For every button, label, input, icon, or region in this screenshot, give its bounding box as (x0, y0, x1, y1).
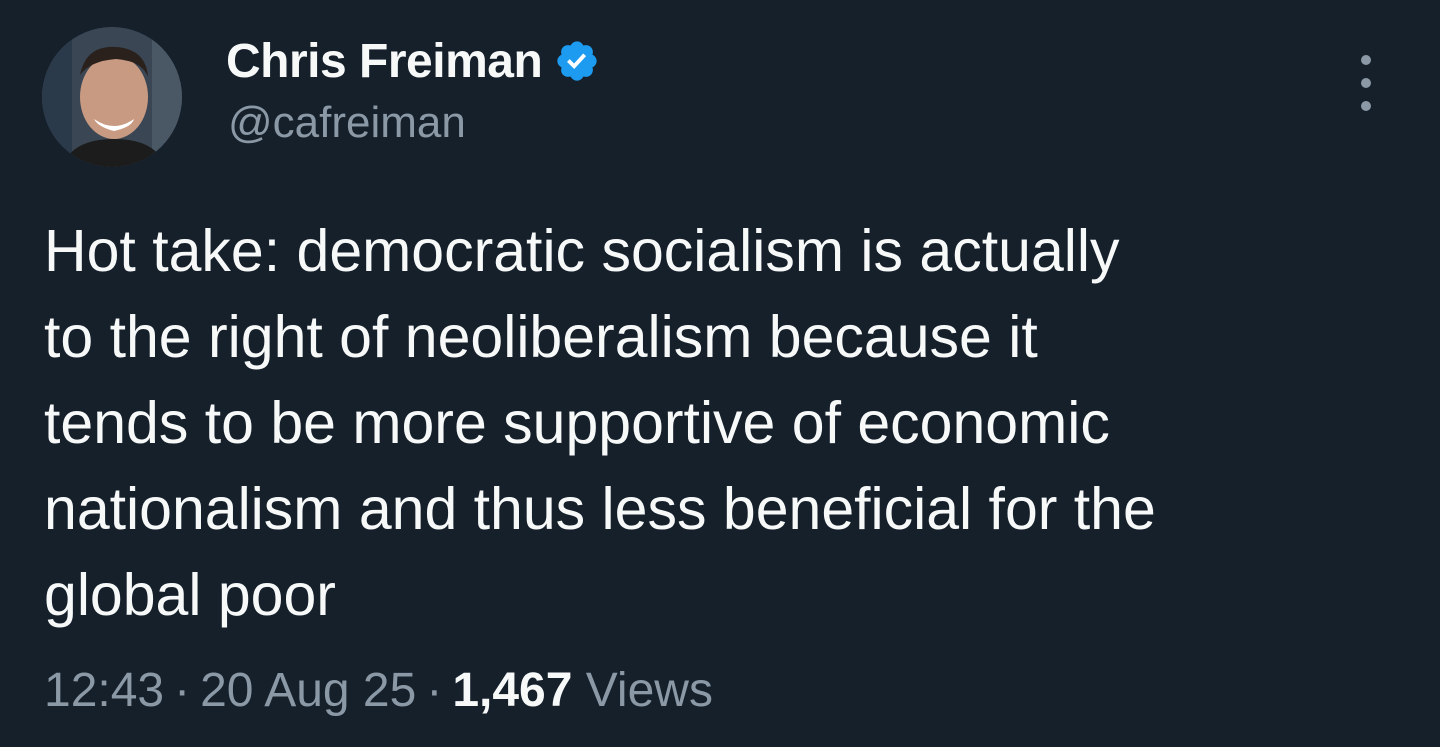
tweet-text: Hot take: democratic socialism is actual… (44, 218, 1156, 628)
more-dot (1361, 55, 1371, 65)
meta-separator: · (426, 664, 443, 717)
author-name-row: Chris Freiman (226, 30, 600, 92)
tweet-time[interactable]: 12:43 (44, 664, 164, 717)
tweet-date[interactable]: 20 Aug 25 (200, 664, 416, 717)
person-avatar-icon (42, 27, 182, 167)
tweet-meta: 12:43 · 20 Aug 25 · 1,467 Views (44, 656, 713, 726)
views-count: 1,467 (452, 664, 573, 717)
avatar[interactable] (42, 27, 182, 167)
more-options-icon[interactable] (1346, 55, 1386, 111)
author-name[interactable]: Chris Freiman (226, 34, 543, 89)
tweet-card: Chris Freiman @cafreiman Hot take: democ… (0, 0, 1440, 747)
author-handle[interactable]: @cafreiman (228, 98, 466, 148)
meta-separator: · (174, 664, 191, 717)
verified-badge-icon (554, 38, 600, 84)
more-dot (1361, 101, 1371, 111)
views-label: Views (585, 664, 713, 717)
more-dot (1361, 78, 1371, 88)
